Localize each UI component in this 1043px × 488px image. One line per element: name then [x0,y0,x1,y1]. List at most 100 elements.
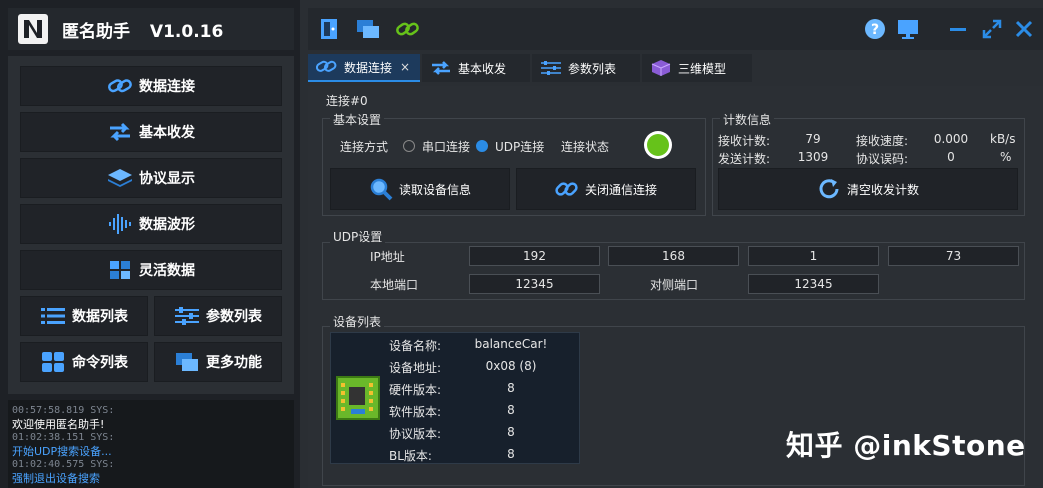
maximize-icon[interactable] [982,19,1002,39]
minimize-icon[interactable] [948,20,968,38]
app-titlebar: 匿名助手 V1.0.16 [8,8,294,50]
log-timestamp: 00:57:58.819 SYS: [12,405,115,416]
nav-label: 数据列表 [72,309,128,325]
tab-close-icon[interactable]: × [400,60,410,74]
nav-data-list-button[interactable]: 数据列表 [20,296,148,336]
top-toolbar: ? [308,8,1043,50]
tab-label: 三维模型 [678,61,727,76]
counters-label: 计数信息 [720,111,775,128]
proto-version-label: 协议版本: [389,427,442,441]
app-version: V1.0.16 [149,22,224,42]
link-icon [555,182,578,196]
app-title: 匿名助手 V1.0.16 [62,17,223,42]
device-name-value: balanceCar! [474,337,548,351]
circuit-board-icon [336,376,380,420]
tab-label: 参数列表 [568,61,617,76]
read-device-info-button[interactable]: 读取设备信息 [330,168,510,210]
bl-version-label: BL版本: [389,449,432,463]
proto-version-value: 8 [507,425,515,439]
error-rate-value: 0 [947,150,955,164]
device-card[interactable]: 设备名称: balanceCar! 设备地址: 0x08 (8) 硬件版本: 8… [330,332,580,464]
refresh-icon [819,179,839,199]
status-light [647,134,669,156]
ip-label: IP地址 [370,250,405,264]
svg-text:?: ? [871,22,879,38]
cubes-icon [107,259,133,281]
nav-protocol-display-button[interactable]: 协议显示 [20,158,282,198]
windows-icon[interactable] [356,18,380,40]
nav-param-list-button[interactable]: 参数列表 [154,296,282,336]
local-port-label: 本地端口 [370,278,419,292]
status-label: 连接状态 [561,140,610,154]
clear-counters-button[interactable]: 清空收发计数 [718,168,1018,210]
swap-arrows-icon [432,61,450,75]
nav-more-button[interactable]: 更多功能 [154,342,282,382]
nav-label: 数据波形 [139,217,195,233]
sliders-icon [174,305,200,327]
door-icon[interactable] [318,18,340,40]
nav-command-list-button[interactable]: 命令列表 [20,342,148,382]
button-label: 读取设备信息 [398,182,471,197]
button-label: 清空收发计数 [846,182,919,197]
app-logo-icon [18,14,48,44]
ip-octet-2-field[interactable]: 168 [608,246,739,266]
tab-basic-io[interactable]: 基本收发 [422,54,530,82]
device-addr-value: 0x08 (8) [485,359,537,373]
nav-panel: 数据连接 基本收发 协议显示 数据波形 灵活数据 数据列表 参数列表 命令列表 … [8,56,294,394]
windows-icon [174,351,200,373]
status-indicator [644,131,672,159]
tab-3d-model[interactable]: 三维模型 [642,54,752,82]
log-timestamp: 01:02:38.151 SYS: [12,432,115,443]
recv-count-label: 接收计数: [718,134,771,148]
swap-arrows-icon [107,121,133,143]
link-icon[interactable] [396,18,420,40]
search-icon [370,178,393,201]
send-count-value: 1309 [797,150,829,164]
nav-label: 协议显示 [139,171,195,187]
log-message: 开始UDP搜索设备... [12,444,112,458]
udp-radio[interactable] [476,140,488,152]
nav-data-connect-button[interactable]: 数据连接 [20,66,282,106]
link-icon [316,60,337,72]
nav-label: 参数列表 [206,309,262,325]
serial-radio[interactable] [403,140,415,152]
cube-model-icon [651,60,671,76]
hw-version-label: 硬件版本: [389,383,442,397]
error-rate-label: 协议误码: [856,152,909,166]
close-connection-button[interactable]: 关闭通信连接 [516,168,696,210]
udp-settings-label: UDP设置 [330,228,386,245]
nav-data-wave-button[interactable]: 数据波形 [20,204,282,244]
tab-param-list[interactable]: 参数列表 [532,54,640,82]
device-list-label: 设备列表 [330,313,385,330]
nav-label: 基本收发 [139,125,195,141]
remote-port-field[interactable]: 12345 [748,274,879,294]
udp-label: UDP连接 [495,140,545,154]
ip-octet-4-field[interactable]: 73 [888,246,1019,266]
ip-octet-3-field[interactable]: 1 [748,246,879,266]
list-icon [40,305,66,327]
ip-octet-1-field[interactable]: 192 [469,246,600,266]
tab-data-connect[interactable]: 数据连接 × [308,54,420,82]
remote-port-label: 对侧端口 [650,278,699,292]
recv-count-value: 79 [805,132,821,146]
waveform-icon [107,213,133,235]
log-message: 强制退出设备搜索 [12,471,100,485]
basic-settings-label: 基本设置 [330,111,385,128]
log-message: 欢迎使用匿名助手! [12,417,105,431]
hw-version-value: 8 [507,381,515,395]
local-port-field[interactable]: 12345 [469,274,600,294]
monitor-icon[interactable] [896,18,920,40]
recv-speed-value: 0.000 [933,132,969,146]
nav-flex-data-button[interactable]: 灵活数据 [20,250,282,290]
method-label: 连接方式 [340,140,389,154]
log-panel[interactable]: 00:57:58.819 SYS: 欢迎使用匿名助手! 01:02:38.151… [8,400,294,488]
recv-speed-label: 接收速度: [856,134,909,148]
device-addr-label: 设备地址: [389,361,442,375]
connection-title: 连接#0 [326,94,368,108]
recv-speed-unit: kB/s [990,132,1016,146]
help-icon[interactable]: ? [864,18,886,40]
close-icon[interactable] [1014,19,1034,39]
serial-label: 串口连接 [422,140,471,154]
nav-basic-io-button[interactable]: 基本收发 [20,112,282,152]
layers-icon [107,167,133,189]
